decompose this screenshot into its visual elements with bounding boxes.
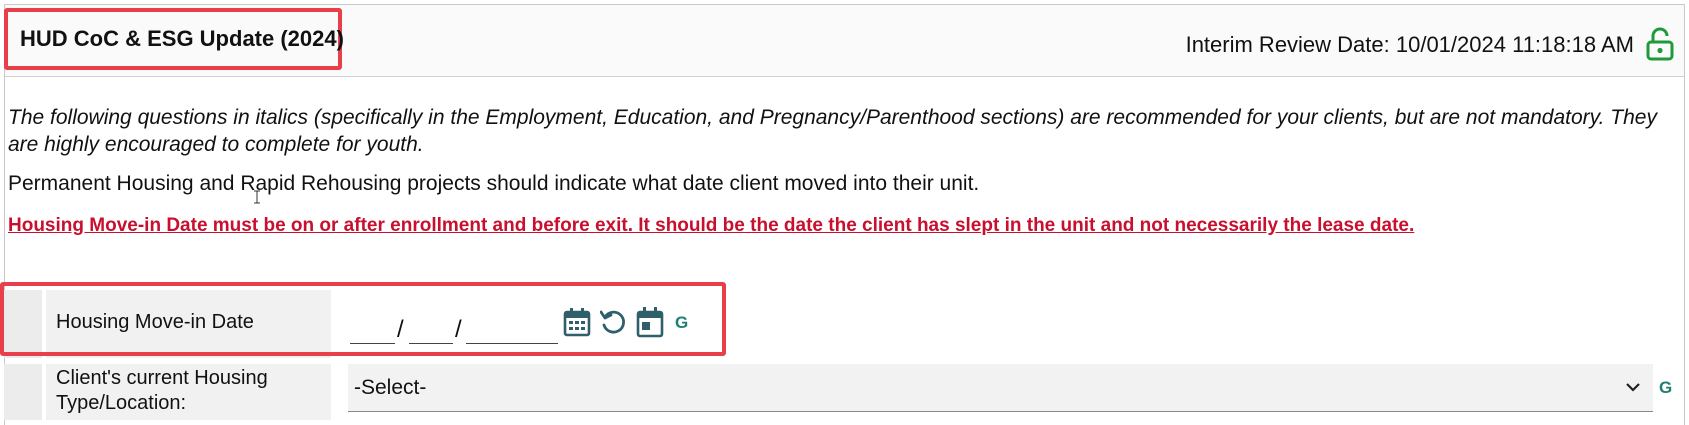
- g-badge[interactable]: G: [1659, 378, 1672, 398]
- housing-type-select[interactable]: -Select-: [348, 364, 1653, 412]
- date-field-highlight: [0, 282, 726, 356]
- housing-type-label: Client's current Housing Type/Location:: [56, 367, 268, 414]
- chevron-down-icon: [1626, 383, 1640, 392]
- row-gutter: [4, 364, 42, 420]
- select-value: -Select-: [354, 376, 427, 399]
- review-date: Interim Review Date: 10/01/2024 11:18:18…: [1185, 32, 1634, 57]
- page-title: HUD CoC & ESG Update (2024): [20, 26, 344, 51]
- unlock-icon[interactable]: [1646, 27, 1674, 61]
- intro-text: The following questions in italics (spec…: [8, 106, 1657, 156]
- text-cursor-icon: [254, 190, 260, 204]
- warning-text: Housing Move-in Date must be on or after…: [8, 215, 1415, 236]
- label-cell: Client's current Housing Type/Location:: [46, 364, 331, 420]
- info-text: Permanent Housing and Rapid Rehousing pr…: [8, 172, 980, 195]
